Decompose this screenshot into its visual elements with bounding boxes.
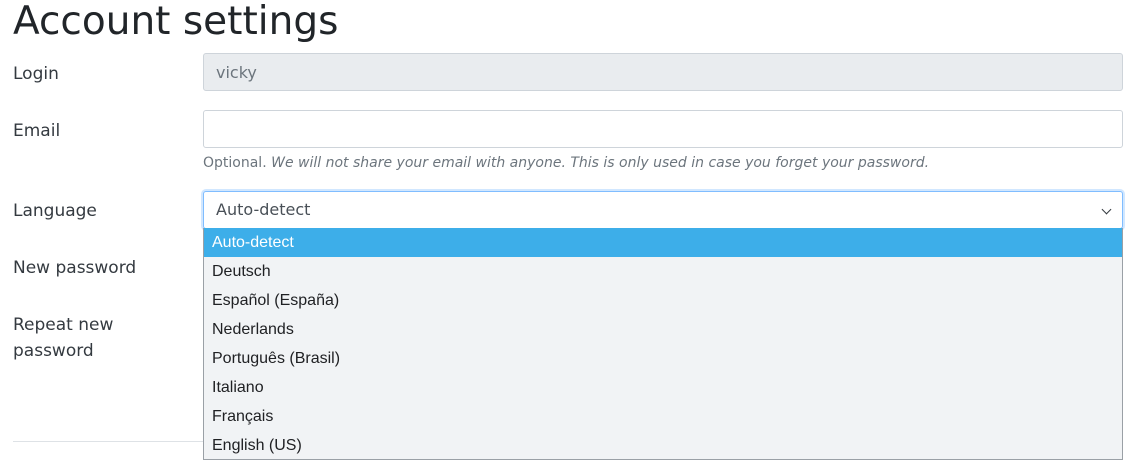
email-label: Email (13, 121, 61, 141)
new-password-label: New password (13, 258, 137, 278)
language-select[interactable]: Auto-detect (203, 191, 1123, 229)
email-field[interactable] (203, 110, 1123, 148)
language-option-italiano[interactable]: Italiano (204, 373, 1122, 402)
language-option-english-us[interactable]: English (US) (204, 431, 1122, 460)
language-option-auto-detect[interactable]: Auto-detect (204, 228, 1122, 257)
language-option-deutsch[interactable]: Deutsch (204, 257, 1122, 286)
language-select-value: Auto-detect (216, 200, 311, 219)
language-option-portugues[interactable]: Português (Brasil) (204, 344, 1122, 373)
repeat-password-label: Repeat new password (13, 315, 114, 361)
email-help-note: We will not share your email with anyone… (271, 155, 930, 171)
language-option-espanol[interactable]: Español (España) (204, 286, 1122, 315)
account-settings-page: Account settings Login Email Optional. W… (0, 0, 1140, 464)
email-help-text: Optional. We will not share your email w… (203, 153, 929, 173)
login-label: Login (13, 64, 59, 84)
language-option-francais[interactable]: Français (204, 402, 1122, 431)
language-label: Language (13, 201, 97, 221)
footer-divider (13, 441, 203, 442)
language-option-nederlands[interactable]: Nederlands (204, 315, 1122, 344)
language-dropdown-list[interactable]: Auto-detect Deutsch Español (España) Ned… (203, 228, 1123, 460)
email-help-prefix: Optional. (203, 155, 267, 171)
page-title: Account settings (13, 0, 339, 44)
chevron-down-icon (1101, 204, 1112, 215)
login-field (203, 53, 1123, 91)
